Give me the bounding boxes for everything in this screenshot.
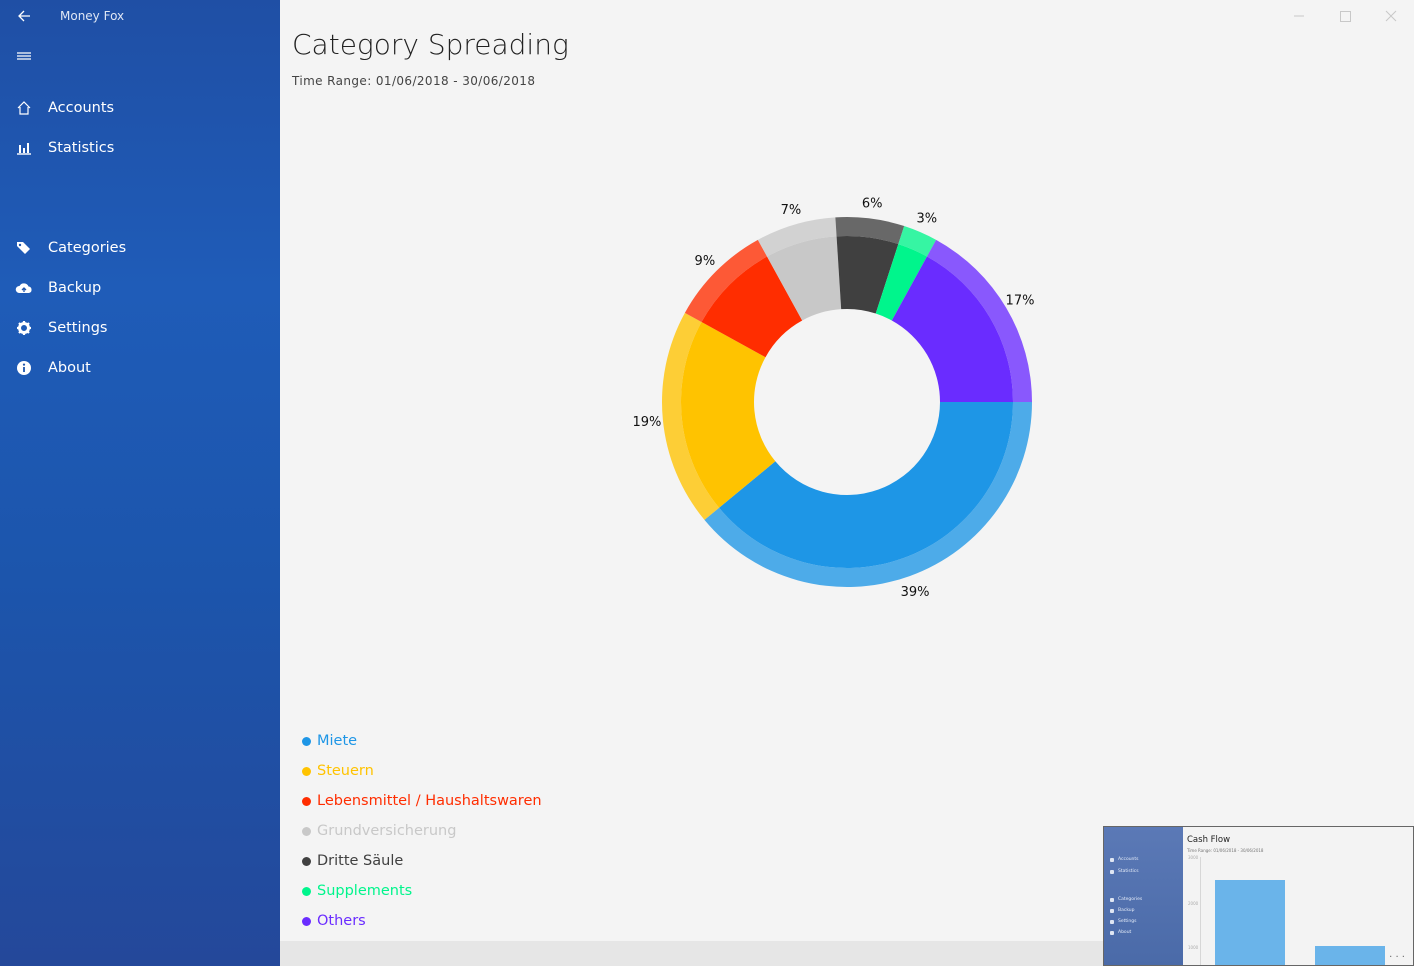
sidebar-item-accounts[interactable]: Accounts [0,90,280,126]
legend-item[interactable]: Miete [302,726,542,756]
sidebar-item-label: Backup [48,280,102,296]
sidebar: Money Fox Accounts Statistics Categories… [0,0,280,966]
preview-nav-item: About [1110,930,1170,936]
cloud-upload-icon [0,280,48,296]
preview-title: Cash Flow [1187,835,1231,845]
slice-label-6: 17% [1006,294,1035,309]
legend-item[interactable]: Lebensmittel / Haushaltswaren [302,786,542,816]
close-button[interactable] [1379,6,1403,26]
maximize-button[interactable] [1333,6,1357,26]
legend-label: Dritte Säule [317,853,404,869]
back-button[interactable] [12,4,36,28]
sidebar-item-label: Accounts [48,100,115,116]
legend-dot [302,916,311,926]
legend-label: Lebensmittel / Haushaltswaren [317,793,542,809]
preview-tick: 1000 [1188,945,1199,950]
time-range: Time Range: 01/06/2018 - 30/06/2018 [292,74,536,88]
chart-legend: Miete Steuern Lebensmittel / Haushaltsware… [302,726,542,936]
preview-nav-item: Accounts [1110,857,1170,863]
sidebar-item-about[interactable]: About [0,350,280,386]
preview-tick: 2000 [1188,901,1199,906]
hamburger-icon [17,52,31,60]
sidebar-item-backup[interactable]: Backup [0,270,280,306]
preview-nav-item: Categories [1110,897,1170,903]
preview-nav-item: Backup [1110,908,1170,914]
more-icon[interactable]: · · · [1389,952,1405,963]
sidebar-item-label: About [48,360,91,376]
app-title: Money Fox [60,9,125,23]
page-title: Category Spreading [292,28,569,61]
tags-icon [0,240,48,256]
legend-label: Steuern [317,763,374,779]
slice-label-1: 19% [632,415,661,430]
legend-item[interactable]: Steuern [302,756,542,786]
menu-button[interactable] [12,44,36,68]
preview-bar [1315,946,1385,965]
minimize-icon [1294,15,1304,17]
legend-item[interactable]: Supplements [302,876,542,906]
preview-tick: 3000 [1188,855,1199,860]
legend-item[interactable]: Dritte Säule [302,846,542,876]
sidebar-item-categories[interactable]: Categories [0,230,280,266]
legend-dot [302,856,311,866]
preview-axis [1200,857,1201,965]
legend-label: Grundversicherung [317,823,457,839]
preview-bar [1215,880,1285,965]
legend-dot [302,886,311,896]
sidebar-item-statistics[interactable]: Statistics [0,130,280,166]
legend-dot [302,826,311,836]
arrow-left-icon [18,10,30,22]
close-icon [1385,10,1397,22]
slice-label-0: 39% [901,585,930,600]
preview-nav-item: Settings [1110,919,1170,925]
sidebar-item-label: Categories [48,240,127,256]
main-content: Category Spreading Time Range: 01/06/201… [280,0,1414,966]
donut-chart: 39% 19% 9% 7% 6% 3% 17% [632,197,1035,601]
legend-dot [302,736,311,746]
preview-subtitle: Time Range: 01/06/2018 - 30/06/2018 [1187,848,1264,853]
slice-label-4: 6% [862,197,883,212]
preview-nav-item: Statistics [1110,869,1170,875]
home-icon [0,100,48,116]
gear-icon [0,320,48,336]
sidebar-item-label: Statistics [48,140,115,156]
sidebar-item-label: Settings [48,320,108,336]
sidebar-item-settings[interactable]: Settings [0,310,280,346]
slice-label-5: 3% [917,212,938,227]
slice-0[interactable] [719,402,1013,568]
slice-label-2: 9% [695,254,716,269]
legend-dot [302,766,311,776]
legend-dot [302,796,311,806]
legend-item[interactable]: Others [302,906,542,936]
bar-chart-icon [0,140,48,156]
slice-label-3: 7% [781,203,802,218]
info-icon [0,360,48,376]
legend-label: Miete [317,733,358,749]
legend-label: Supplements [317,883,413,899]
minimize-button[interactable] [1287,6,1311,26]
legend-item[interactable]: Grundversicherung [302,816,542,846]
legend-label: Others [317,913,366,929]
window-preview-thumbnail[interactable]: Cash Flow Time Range: 01/06/2018 - 30/06… [1103,826,1414,966]
maximize-icon [1340,11,1351,22]
